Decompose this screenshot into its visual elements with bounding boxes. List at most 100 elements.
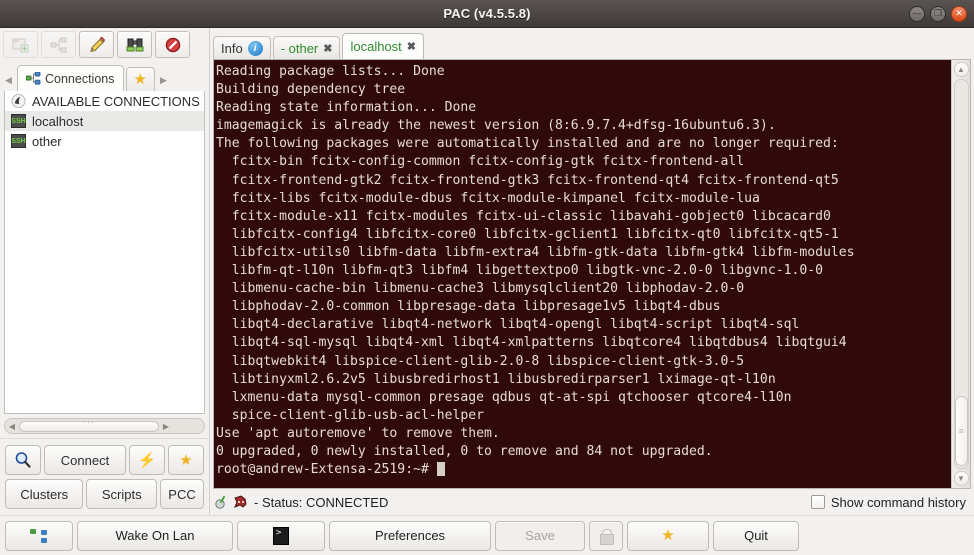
preferences-button[interactable]: Preferences [329, 520, 491, 551]
add-group-icon [12, 38, 28, 52]
terminal-line: fcitx-libs fcitx-module-dbus fcitx-modul… [216, 190, 760, 206]
save-label: Save [525, 528, 555, 543]
connections-icon [30, 528, 48, 543]
edit-button[interactable] [79, 31, 114, 58]
star-icon: ★ [661, 527, 675, 544]
scripts-button[interactable]: Scripts [86, 479, 158, 509]
checkbox-box[interactable] [810, 495, 825, 509]
cluster-button[interactable] [41, 31, 76, 58]
magnifier-icon [15, 452, 31, 468]
minimize-button[interactable]: — [909, 5, 925, 22]
terminal-icon [273, 526, 289, 545]
terminal-line: libfm-qt-l10n libfm-qt3 libfm4 libgettex… [216, 263, 823, 279]
terminal-line: libqtwebkit4 libspice-client-glib-2.0-8 … [216, 353, 745, 369]
local-shell-button[interactable] [237, 520, 325, 551]
scrollbar-track[interactable] [953, 79, 969, 469]
tree-horizontal-scrollbar[interactable]: ◀ ▶ [4, 417, 205, 434]
main-body: ◀ Connections ★ ▶ AVAILABLE CONNECTIONS … [0, 28, 974, 515]
pac-tiger-icon [234, 494, 247, 508]
wake-on-lan-button[interactable]: Wake On Lan [77, 520, 233, 551]
close-button[interactable]: ✕ [951, 5, 967, 22]
scroll-right-arrow-icon[interactable]: ▶ [161, 422, 171, 431]
terminal-area: Reading package lists... Done Building de… [213, 59, 971, 489]
lock-button[interactable] [589, 520, 623, 551]
tab-other[interactable]: - other ✖ [272, 36, 341, 59]
stop-button[interactable] [155, 31, 190, 58]
maximize-button[interactable]: ❐ [930, 5, 946, 22]
quit-button[interactable]: Quit [713, 520, 799, 551]
sidebar-tab-favourites[interactable]: ★ [125, 67, 155, 91]
find-button[interactable] [117, 31, 152, 58]
terminal-line: Reading state information... Done [216, 100, 477, 116]
ssh-icon: SSH [11, 134, 26, 148]
bottom-toolbar: Wake On Lan Preferences Save ★ Quit [0, 515, 974, 555]
tree-row-available-connections[interactable]: AVAILABLE CONNECTIONS [5, 91, 204, 111]
tree-row-other[interactable]: SSH other [5, 131, 204, 151]
sidebar-actions: Connect ⚡ ★ Clusters Scripts PCC [0, 438, 209, 515]
search-button[interactable] [5, 445, 41, 475]
terminal-line: lxmenu-data mysql-common presage qdbus q… [216, 389, 792, 405]
connection-status-icon [215, 496, 225, 509]
maximize-icon: ❐ [933, 8, 943, 18]
close-icon[interactable]: ✖ [323, 42, 332, 55]
info-icon: i [247, 40, 263, 56]
tab-localhost-label: localhost [350, 39, 402, 54]
terminal-cursor [436, 462, 445, 477]
scripts-button-label: Scripts [101, 486, 142, 502]
add-group-button[interactable] [3, 31, 38, 58]
tab-info[interactable]: Info i [213, 36, 271, 59]
stop-icon [165, 37, 180, 52]
terminal-output[interactable]: Reading package lists... Done Building de… [214, 60, 951, 488]
find-binoculars-icon [126, 38, 143, 51]
terminal-line: libqt4-declarative libqt4-network libqt4… [216, 317, 800, 333]
scrollbar-thumb[interactable] [19, 417, 159, 432]
preferences-label: Preferences [374, 528, 446, 543]
title-bar: PAC (v4.5.5.8) — ❐ ✕ [0, 0, 974, 28]
tab-info-label: Info [221, 40, 243, 56]
tab-localhost[interactable]: localhost ✖ [342, 33, 425, 59]
terminal-line: libqt4-sql-mysql libqt4-xml libqt4-xmlpa… [216, 335, 847, 351]
window-title: PAC (v4.5.5.8) [443, 6, 531, 21]
scroll-up-arrow-icon[interactable]: ▲ [953, 62, 969, 77]
terminal-line: libmenu-cache-bin libmenu-cache3 libmysq… [216, 281, 745, 297]
tabs-scroll-right-button[interactable]: ▶ [157, 69, 170, 91]
favourite-button[interactable]: ★ [168, 445, 204, 475]
connect-button[interactable]: Connect [44, 445, 126, 475]
status-bar: - Status: CONNECTED Show command history [210, 489, 974, 515]
show-command-history-checkbox[interactable]: Show command history [810, 494, 970, 510]
tree-row-label: localhost [32, 113, 84, 129]
minimize-icon: — [912, 8, 922, 18]
scroll-down-arrow-icon[interactable]: ▼ [953, 471, 969, 486]
terminal-line: imagemagick is already the newest versio… [216, 118, 776, 134]
connections-tree[interactable]: AVAILABLE CONNECTIONS SSH localhost SSH … [4, 91, 205, 414]
connect-button-label: Connect [60, 452, 110, 468]
terminal-vertical-scrollbar[interactable]: ▲ ▼ [951, 60, 970, 488]
pcc-button[interactable]: PCC [160, 479, 205, 509]
pcc-button-label: PCC [168, 486, 196, 502]
terminal-line: Use 'apt autoremove' to remove them. [216, 425, 500, 441]
clusters-button[interactable]: Clusters [5, 479, 84, 509]
connections-toggle-button[interactable] [5, 520, 73, 551]
pac-window: PAC (v4.5.5.8) — ❐ ✕ ◀ Connections ★ ▶ A… [0, 0, 974, 555]
tabs-scroll-left-button[interactable]: ◀ [2, 69, 15, 91]
quick-connect-button[interactable]: ⚡ [129, 445, 165, 475]
save-button[interactable]: Save [495, 520, 585, 551]
favourites-button[interactable]: ★ [627, 520, 709, 551]
edit-pencil-icon [89, 36, 105, 52]
sidebar-tab-connections[interactable]: Connections [17, 65, 124, 91]
terminal-line: Reading package lists... Done [216, 64, 445, 79]
close-icon[interactable]: ✖ [407, 40, 416, 53]
tab-other-label: - other [280, 40, 319, 56]
scrollbar-thumb[interactable] [954, 396, 968, 466]
sidebar-actions-row-2: Clusters Scripts PCC [5, 479, 205, 509]
terminal-tab-bar: Info i - other ✖ localhost ✖ [210, 28, 974, 59]
terminal-panel: Info i - other ✖ localhost ✖ Reading pac… [210, 28, 974, 515]
lightning-icon: ⚡ [137, 451, 157, 469]
wake-on-lan-label: Wake On Lan [115, 528, 195, 543]
show-command-history-label: Show command history [830, 494, 966, 510]
tree-row-localhost[interactable]: SSH localhost [5, 111, 204, 131]
terminal-line: root@andrew-Extensa-2519:~# [216, 461, 951, 479]
connections-icon [26, 72, 41, 85]
quit-label: Quit [744, 528, 768, 543]
scroll-left-arrow-icon[interactable]: ◀ [7, 422, 17, 431]
